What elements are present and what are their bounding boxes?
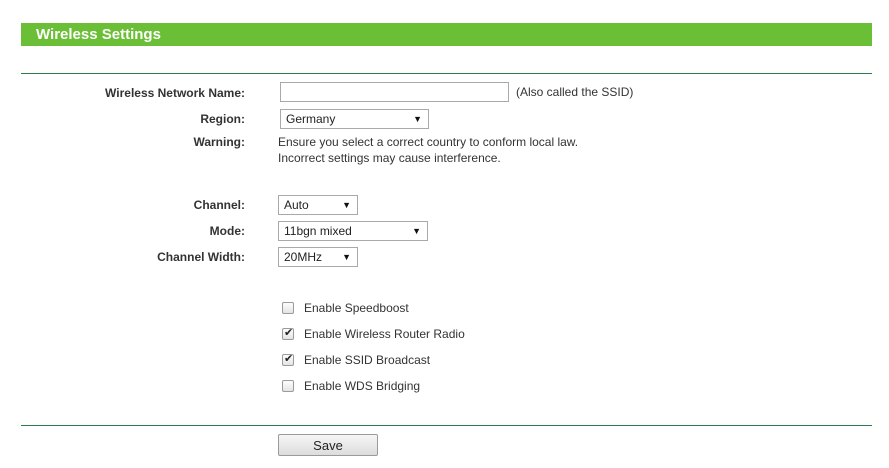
speedboost-checkbox[interactable] [282, 302, 294, 314]
region-select[interactable]: Germany ▼ [280, 109, 429, 129]
ssid-input[interactable] [280, 82, 509, 102]
channel-select[interactable]: Auto ▼ [278, 195, 358, 215]
channel-width-value: 20MHz [284, 250, 323, 264]
section-header: Wireless Settings [21, 23, 872, 46]
ssid-hint: (Also called the SSID) [516, 85, 634, 99]
mode-select[interactable]: 11bgn mixed ▼ [278, 221, 428, 241]
chevron-down-icon: ▼ [342, 200, 351, 210]
warning-line-1: Ensure you select a correct country to c… [278, 135, 579, 149]
chevron-down-icon: ▼ [413, 114, 422, 124]
mode-label: Mode: [209, 224, 245, 238]
chevron-down-icon: ▼ [342, 252, 351, 262]
mode-value: 11bgn mixed [284, 224, 352, 238]
page-title: Wireless Settings [36, 26, 161, 43]
warning-line-2: Incorrect settings may cause interferenc… [278, 151, 501, 165]
region-value: Germany [286, 112, 336, 126]
option-label: Enable SSID Broadcast [304, 353, 431, 367]
option-label: Enable Speedboost [304, 301, 409, 315]
channel-width-label: Channel Width: [157, 250, 245, 264]
region-label: Region: [200, 112, 245, 126]
option-label: Enable WDS Bridging [304, 379, 421, 393]
bottom-divider [21, 425, 872, 426]
chevron-down-icon: ▼ [412, 226, 421, 236]
channel-value: Auto [284, 198, 309, 212]
save-button[interactable]: Save [278, 434, 378, 456]
wireless-radio-checkbox[interactable]: ✔ [282, 327, 294, 340]
ssid-label: Wireless Network Name: [105, 86, 245, 100]
ssid-broadcast-checkbox[interactable]: ✔ [282, 353, 294, 366]
checkmark-icon: ✔ [284, 327, 294, 339]
top-divider [21, 73, 872, 74]
channel-width-select[interactable]: 20MHz ▼ [278, 247, 358, 267]
checkmark-icon: ✔ [284, 353, 294, 365]
wds-bridging-checkbox[interactable] [282, 380, 294, 392]
channel-label: Channel: [193, 198, 245, 212]
warning-label: Warning: [193, 135, 245, 149]
option-label: Enable Wireless Router Radio [304, 327, 465, 341]
